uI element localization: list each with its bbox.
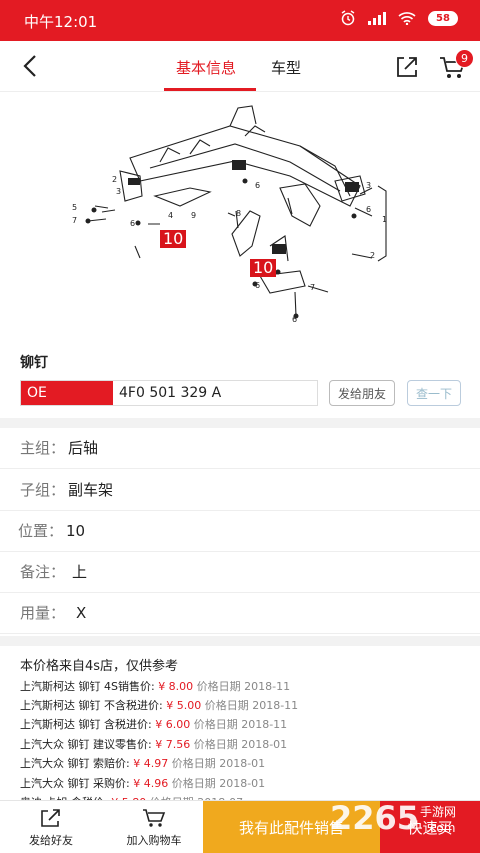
price-label: 上汽大众 铆钉 建议零售价: [20,738,152,751]
price-date: 价格日期 2018-11 [193,718,288,731]
price-line: 上汽大众 铆钉 索赔价: ¥ 4.97 价格日期 2018-01 [20,755,265,771]
svg-text:7: 7 [310,283,315,292]
oe-number-row: OE 4F0 501 329 A [20,380,318,406]
subframe-drawing: 2 3 5 7 6 9 4 6 8 3 6 1 2 7 6 6 [72,105,387,324]
svg-text:3: 3 [116,187,121,196]
quick-buy-button[interactable]: 快速买 [380,801,480,853]
svg-text:6: 6 [255,281,260,290]
price-value: ¥ 4.96 [133,777,169,790]
wifi-icon [398,12,416,25]
tab-underline [164,88,256,91]
svg-text:7: 7 [72,216,77,225]
svg-text:6: 6 [366,205,371,214]
section-divider [0,418,480,428]
info-value: 副车架 [68,481,114,499]
battery-indicator: 58 [428,10,458,26]
svg-text:6: 6 [292,315,297,324]
info-row-quantity: 用量： X [0,593,480,634]
alarm-icon [341,10,355,26]
price-value: ¥ 5.00 [166,699,202,712]
part-name: 铆钉 [20,355,48,371]
info-key: 用量： [20,604,66,622]
share-icon [41,808,60,827]
back-arrow-icon[interactable] [18,53,44,79]
price-line: 上汽大众 铆钉 采购价: ¥ 4.96 价格日期 2018-01 [20,775,265,791]
nav-bar: 基本信息 车型 9 [0,41,480,92]
svg-text:8: 8 [236,209,241,218]
signal-icon [368,12,386,25]
price-value: ¥ 6.00 [155,718,191,731]
svg-text:1: 1 [382,215,387,224]
info-key: 位置： [18,522,64,540]
price-date: 价格日期 2018-11 [204,699,299,712]
tab-vehicle-model[interactable]: 车型 [271,57,301,78]
svg-text:2: 2 [112,175,117,184]
price-line: 上汽斯柯达 铆钉 含税进价: ¥ 6.00 价格日期 2018-11 [20,716,287,732]
price-label: 上汽斯柯达 铆钉 含税进价: [20,718,152,731]
svg-text:6: 6 [130,219,135,228]
svg-text:5: 5 [72,203,77,212]
price-date: 价格日期 2018-01 [171,777,266,790]
cart-count-badge: 9 [455,49,474,68]
price-label: 上汽斯柯达 铆钉 4S销售价: [20,680,155,693]
i-sell-this-part-button[interactable]: 我有此配件销售 [203,801,380,853]
info-row-sub-group: 子组： 副车架 [0,470,480,511]
price-date: 价格日期 2018-01 [171,757,266,770]
add-to-cart-label: 加入购物车 [126,833,182,847]
price-value: ¥ 8.00 [158,680,194,693]
lookup-button[interactable]: 查一下 [407,380,461,406]
parts-diagram[interactable]: 2 3 5 7 6 9 4 6 8 3 6 1 2 7 6 6 10 10 [60,96,420,331]
info-value: 10 [66,522,86,540]
price-source-note: 本价格来自4s店，仅供参考 [20,659,179,674]
info-key: 主组： [20,439,66,457]
bottom-action-bar: 发给好友 加入购物车 我有此配件销售 快速买 [0,800,480,853]
svg-text:6: 6 [255,181,260,190]
info-key: 子组： [20,481,66,499]
price-date: 价格日期 2018-11 [196,680,291,693]
svg-text:3: 3 [366,181,371,190]
share-icon[interactable] [394,54,420,80]
info-row-remark: 备注： 上 [0,552,480,593]
svg-text:2: 2 [370,251,375,260]
price-value: ¥ 4.97 [133,757,169,770]
price-line: 上汽斯柯达 铆钉 不含税进价: ¥ 5.00 价格日期 2018-11 [20,697,298,713]
price-line: 上汽斯柯达 铆钉 4S销售价: ¥ 8.00 价格日期 2018-11 [20,678,290,694]
send-to-friend-label: 发给好友 [29,833,73,847]
send-to-friend-button[interactable]: 发给朋友 [329,380,395,406]
price-date: 价格日期 2018-01 [193,738,288,751]
price-label: 上汽大众 铆钉 采购价: [20,777,130,790]
status-bar: 中午12:01 58 [0,0,480,41]
oe-number: 4F0 501 329 A [119,385,222,401]
info-value: 上 [72,563,88,581]
info-value: 后轴 [68,439,99,457]
callout-label[interactable]: 10 [250,259,277,277]
info-row-main-group: 主组： 后轴 [0,428,480,469]
section-divider [0,636,480,646]
status-time: 中午12:01 [24,13,98,31]
price-label: 上汽斯柯达 铆钉 不含税进价: [20,699,163,712]
tab-basic-info[interactable]: 基本信息 [176,57,236,78]
price-label: 上汽大众 铆钉 索赔价: [20,757,130,770]
svg-text:9: 9 [191,211,196,220]
info-key: 备注： [20,563,66,581]
svg-text:4: 4 [168,211,173,220]
status-icons: 58 [340,10,458,26]
add-to-cart-tab[interactable]: 加入购物车 [114,801,194,853]
price-line: 上汽大众 铆钉 建议零售价: ¥ 7.56 价格日期 2018-01 [20,736,287,752]
info-row-position: 位置： 10 [0,511,480,552]
price-value: ¥ 7.56 [155,738,191,751]
info-value: X [76,604,87,622]
send-to-friend-tab[interactable]: 发给好友 [14,801,88,853]
cart-icon [143,808,166,827]
callout-label[interactable]: 10 [160,230,187,248]
oe-label: OE [21,381,113,405]
